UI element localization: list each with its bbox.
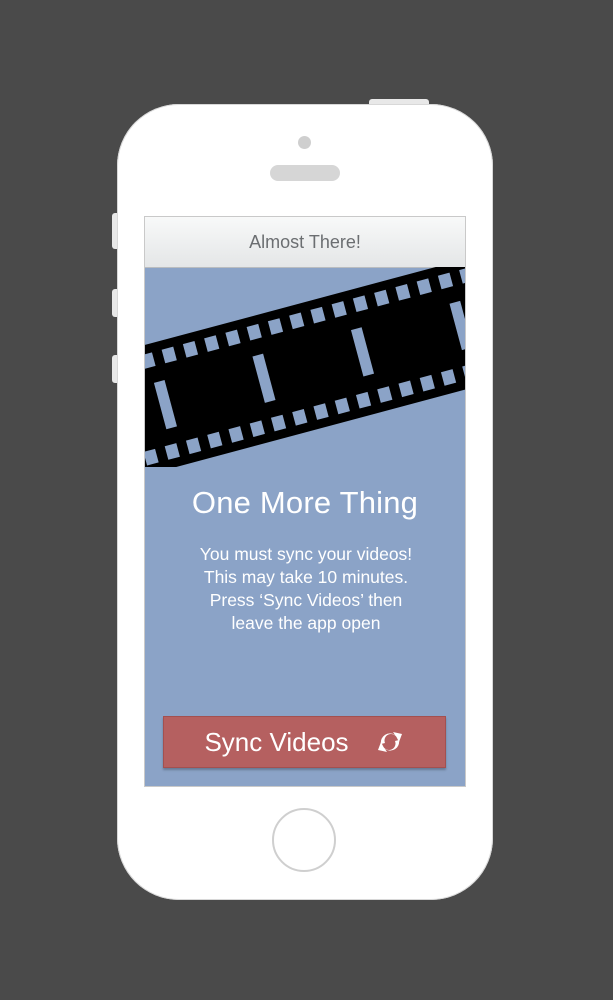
sync-videos-button[interactable]: Sync Videos <box>163 716 446 768</box>
sync-icon <box>377 732 402 752</box>
message-line: You must sync your videos! <box>199 544 413 564</box>
navigation-bar: Almost There! <box>145 217 465 268</box>
sync-videos-label: Sync Videos <box>204 726 349 757</box>
filmstrip-illustration <box>145 267 465 467</box>
message-line: leave the app open <box>231 613 381 633</box>
film-strip-band <box>145 267 465 467</box>
message-line: Press ‘Sync Videos’ then <box>209 590 403 610</box>
front-camera <box>298 136 311 149</box>
app-screen: Almost There! One More Thing You must sy… <box>144 216 466 787</box>
content-heading: One More Thing <box>191 485 419 520</box>
home-button[interactable] <box>272 808 336 872</box>
instruction-message: You must sync your videos! This may take… <box>165 543 447 635</box>
nav-title: Almost There! <box>249 231 361 252</box>
earpiece-speaker <box>270 165 340 181</box>
message-line: This may take 10 minutes. <box>203 567 409 587</box>
